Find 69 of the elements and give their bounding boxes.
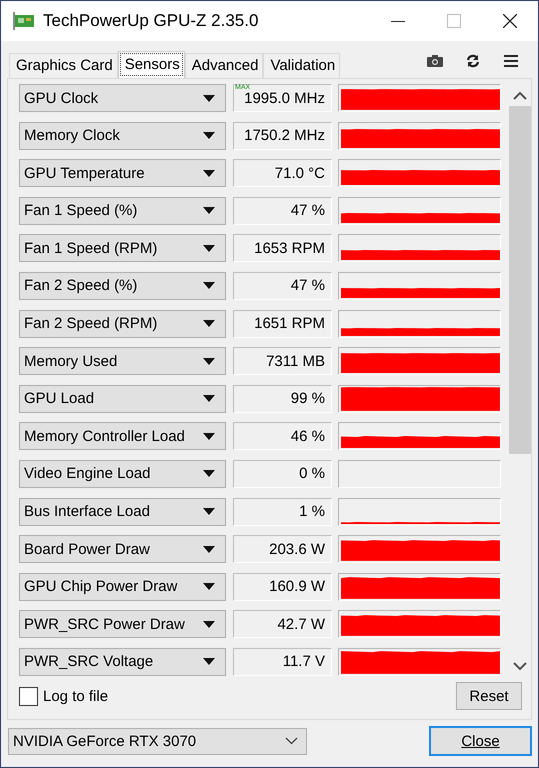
sensor-dropdown[interactable]: GPU Load	[19, 384, 226, 413]
value-text: 42.7 W	[277, 616, 325, 633]
value-text: 203.6 W	[269, 540, 325, 558]
sensor-dropdown[interactable]: Memory Clock	[19, 122, 226, 150]
dropdown-arrow-icon	[203, 395, 215, 402]
refresh-icon	[466, 54, 480, 68]
sensor-dropdown[interactable]: PWR_SRC Power Draw	[19, 610, 226, 638]
minimize-icon	[391, 20, 405, 22]
tab[interactable]: Graphics Card	[9, 53, 118, 78]
dropdown-arrow-icon	[203, 207, 215, 214]
sensor-dropdown[interactable]: Fan 2 Speed (%)	[19, 272, 226, 300]
dropdown-arrow-icon	[203, 94, 215, 102]
window-title: TechPowerUp GPU-Z 2.35.0	[43, 11, 260, 31]
checkbox[interactable]	[19, 686, 38, 706]
value-text: 1995.0 MHz	[244, 90, 325, 106]
sensor-dropdown[interactable]: Fan 1 Speed (RPM)	[19, 234, 226, 262]
sensor-dropdown[interactable]: Fan 1 Speed (%)	[19, 196, 226, 225]
camera-icon	[427, 55, 443, 67]
sensor-dropdown[interactable]: GPU Temperature	[19, 159, 226, 188]
sensor-dropdown[interactable]: Memory Controller Load	[19, 422, 226, 450]
dropdown-arrow-icon	[203, 244, 215, 252]
sensor-dropdown[interactable]: GPU Chip Power Draw	[19, 572, 226, 601]
value-text: 160.9 W	[269, 578, 325, 596]
value-text: 46 %	[290, 428, 325, 445]
tab[interactable]: Advanced	[184, 53, 264, 78]
value-text: 47 %	[290, 202, 325, 220]
sensor-dropdown[interactable]: Fan 2 Speed (RPM)	[19, 310, 226, 338]
device-dropdown[interactable]: NVIDIA GeForce RTX 3070	[8, 728, 307, 754]
dropdown-arrow-icon	[203, 170, 215, 177]
value-text: 0 %	[299, 465, 325, 482]
sensor-dropdown[interactable]: PWR_SRC Voltage	[19, 648, 226, 676]
sensor-dropdown[interactable]: Memory Used	[19, 347, 226, 376]
dropdown-arrow-icon	[203, 470, 215, 478]
dropdown-arrow-icon	[203, 658, 215, 666]
dropdown-arrow-icon	[203, 358, 215, 365]
dropdown-arrow-icon	[203, 546, 215, 553]
tab[interactable]: Sensors	[118, 51, 185, 78]
dropdown-arrow-icon	[203, 132, 215, 140]
dropdown-arrow-icon	[203, 320, 215, 328]
sensor-dropdown[interactable]: Bus Interface Load	[19, 498, 226, 526]
value-text: 99 %	[290, 390, 325, 408]
reset-button[interactable]: Reset	[456, 682, 522, 710]
scroll-thumb[interactable]	[509, 106, 531, 454]
tab[interactable]: Validation	[263, 53, 340, 78]
scroll-down-icon	[513, 662, 527, 671]
sensor-dropdown[interactable]: Video Engine Load	[19, 460, 226, 488]
dropdown-arrow-icon	[203, 620, 215, 628]
value-text: 71.0 °C	[274, 164, 325, 182]
checkbox-label: Log to file	[43, 688, 108, 704]
chevron-down-icon	[285, 737, 298, 745]
dropdown-arrow-icon	[203, 508, 215, 516]
menu-icon	[504, 55, 518, 67]
value-text: 1653 RPM	[254, 240, 325, 257]
value-text: 1651 RPM	[254, 315, 325, 332]
scroll-up-icon	[513, 91, 527, 100]
sensor-dropdown[interactable]: GPU Clock	[19, 84, 226, 112]
dropdown-arrow-icon	[203, 282, 215, 290]
value-text: 7311 MB	[266, 352, 325, 370]
value-text: 47 %	[290, 277, 325, 294]
graphics-card-icon	[13, 12, 35, 30]
dropdown-arrow-icon	[203, 432, 215, 440]
maximize-icon	[447, 14, 461, 28]
dropdown-arrow-icon	[203, 583, 215, 590]
close-icon	[503, 14, 517, 28]
close-window-button[interactable]: Close	[429, 726, 532, 756]
sensor-dropdown[interactable]: Board Power Draw	[19, 535, 226, 564]
value-text: 1750.2 MHz	[244, 127, 325, 144]
value-text: 11.7 V	[282, 653, 325, 670]
value-text: 1 %	[299, 503, 325, 520]
